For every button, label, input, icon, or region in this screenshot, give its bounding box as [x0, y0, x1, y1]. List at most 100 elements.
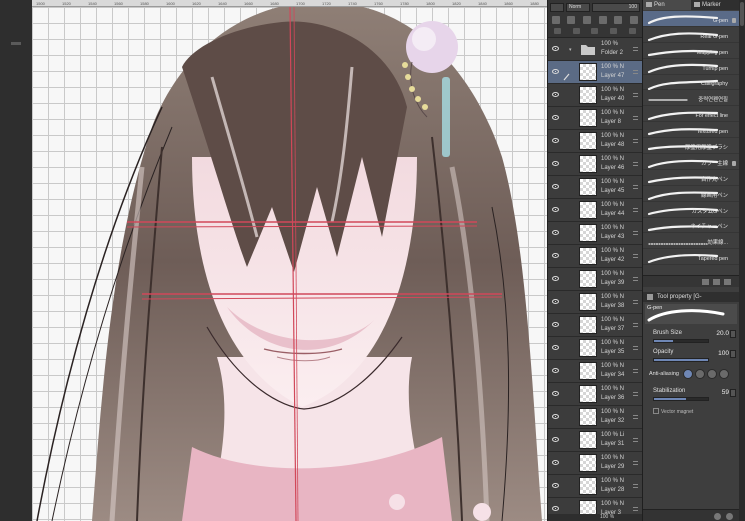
merge-icon[interactable]: [610, 28, 618, 34]
brush-item[interactable]: 중력연펜연필: [643, 90, 739, 107]
layer-row[interactable]: 100 % N Layer 32: [548, 406, 642, 429]
brush-size-slider[interactable]: [653, 339, 709, 343]
layer-row[interactable]: 100 % N Layer 28: [548, 475, 642, 498]
layer-menu-icon[interactable]: [633, 484, 638, 488]
layer-row[interactable]: 100 % N Layer 48: [548, 130, 642, 153]
brush-item[interactable]: Calligraphy: [643, 75, 739, 91]
layer-row[interactable]: 100 % N Layer 29: [548, 452, 642, 475]
eye-icon[interactable]: [552, 207, 559, 212]
layer-row[interactable]: 100 % N Layer 39: [548, 268, 642, 291]
eye-icon[interactable]: [552, 299, 559, 304]
layer-menu-icon[interactable]: [633, 415, 638, 419]
brush-item[interactable]: 線画用ペン: [643, 186, 739, 202]
brush-item[interactable]: 厚塗用厚塗ブラシ: [643, 138, 739, 155]
eye-icon[interactable]: [552, 345, 559, 350]
ruler-icon[interactable]: [614, 16, 623, 24]
layer-row[interactable]: 100 % N Layer 36: [548, 383, 642, 406]
tab-marker[interactable]: Marker: [691, 0, 739, 10]
tab-pen[interactable]: Pen: [643, 0, 691, 10]
brush-size-stepper[interactable]: [730, 330, 736, 338]
layer-menu-icon[interactable]: [633, 162, 638, 166]
layer-menu-icon[interactable]: [633, 254, 638, 258]
eye-icon[interactable]: [552, 230, 559, 235]
eye-icon[interactable]: [552, 115, 559, 120]
brush-item[interactable]: ネイチャーペン: [643, 218, 739, 234]
layer-row[interactable]: 100 % N Layer 43: [548, 222, 642, 245]
brush-item[interactable]: Textured pen: [643, 122, 739, 139]
settings-icon[interactable]: [714, 513, 721, 520]
brush-size-value[interactable]: 20.0: [716, 330, 729, 337]
drawing-canvas[interactable]: [32, 7, 547, 521]
layer-row[interactable]: 100 % N Layer 44: [548, 199, 642, 222]
scrollbar-thumb[interactable]: [740, 2, 744, 26]
vector-magnet-checkbox[interactable]: [653, 408, 659, 414]
layer-row[interactable]: 100 % Li Layer 31: [548, 429, 642, 452]
layer-row[interactable]: 100 % N Layer 35: [548, 337, 642, 360]
layer-row[interactable]: 100 % N Layer 42: [548, 245, 642, 268]
layer-menu-icon[interactable]: [633, 369, 638, 373]
delete-brush-icon[interactable]: [724, 279, 731, 285]
new-folder-icon[interactable]: [591, 28, 599, 34]
layer-menu-icon[interactable]: [633, 300, 638, 304]
layer-row[interactable]: 100 % N Layer 37: [548, 314, 642, 337]
layer-row[interactable]: 100 % N Layer 40: [548, 84, 642, 107]
layer-menu-icon[interactable]: [633, 70, 638, 74]
stabilization-slider[interactable]: [653, 397, 709, 401]
aa-weak-option[interactable]: [695, 369, 705, 379]
eye-icon[interactable]: [552, 506, 559, 511]
layer-row[interactable]: 100 % N Layer 46: [548, 153, 642, 176]
folder-expand-icon[interactable]: ▾: [569, 47, 572, 53]
stabilization-stepper[interactable]: [730, 389, 736, 397]
layer-row[interactable]: 100 % N Layer 34: [548, 360, 642, 383]
eye-icon[interactable]: [552, 184, 559, 189]
layer-menu-icon[interactable]: [633, 93, 638, 97]
eye-icon[interactable]: [552, 138, 559, 143]
opacity-field[interactable]: 100: [592, 3, 640, 12]
layer-color-swatch[interactable]: [550, 3, 564, 12]
eye-icon[interactable]: [552, 92, 559, 97]
brush-item[interactable]: 自作丸ペン: [643, 170, 739, 186]
opacity-slider[interactable]: [653, 358, 709, 362]
eye-icon[interactable]: [552, 322, 559, 327]
brush-item[interactable]: Mapping pen: [643, 43, 739, 59]
duplicate-brush-icon[interactable]: [713, 279, 720, 285]
layer-menu-icon[interactable]: [633, 208, 638, 212]
reference-icon[interactable]: [567, 16, 576, 24]
collapse-handle-icon[interactable]: [11, 42, 21, 45]
aa-strong-option[interactable]: [719, 369, 729, 379]
brush-item[interactable]: カスタムGペン: [643, 202, 739, 218]
add-brush-icon[interactable]: [702, 279, 709, 285]
layer-row[interactable]: 100 % N Layer 47: [548, 61, 642, 84]
mask-icon[interactable]: [598, 16, 607, 24]
eye-icon[interactable]: [552, 368, 559, 373]
layer-menu-icon[interactable]: [633, 231, 638, 235]
eye-icon[interactable]: [552, 437, 559, 442]
eye-icon[interactable]: [552, 253, 559, 258]
eye-icon[interactable]: [552, 69, 559, 74]
wrench-settings-icon[interactable]: [726, 513, 733, 520]
new-raster-icon[interactable]: [553, 28, 561, 34]
brush-item[interactable]: G-pen: [643, 11, 739, 27]
new-vector-icon[interactable]: [572, 28, 580, 34]
layer-menu-icon[interactable]: [633, 323, 638, 327]
layer-row[interactable]: 100 % N Layer 38: [548, 291, 642, 314]
brush-item[interactable]: カラー主線: [643, 154, 739, 170]
clip-icon[interactable]: [551, 16, 560, 24]
aa-medium-option[interactable]: [707, 369, 717, 379]
layer-row[interactable]: 100 % N Layer 45: [548, 176, 642, 199]
eye-icon[interactable]: [552, 46, 559, 51]
layer-menu-icon[interactable]: [633, 185, 638, 189]
delete-layer-icon[interactable]: [629, 28, 637, 34]
layer-menu-icon[interactable]: [633, 277, 638, 281]
brush-item[interactable]: For effect line: [643, 106, 739, 123]
layer-menu-icon[interactable]: [633, 346, 638, 350]
trash-icon[interactable]: [630, 16, 639, 24]
vector-magnet-row[interactable]: Vector magnet: [653, 408, 737, 418]
eye-icon[interactable]: [552, 391, 559, 396]
opacity-value[interactable]: 100: [718, 350, 729, 357]
layer-menu-icon[interactable]: [633, 139, 638, 143]
layer-menu-icon[interactable]: [633, 392, 638, 396]
brush-item[interactable]: 効果線...: [643, 233, 739, 250]
layer-menu-icon[interactable]: [633, 438, 638, 442]
eye-icon[interactable]: [552, 276, 559, 281]
